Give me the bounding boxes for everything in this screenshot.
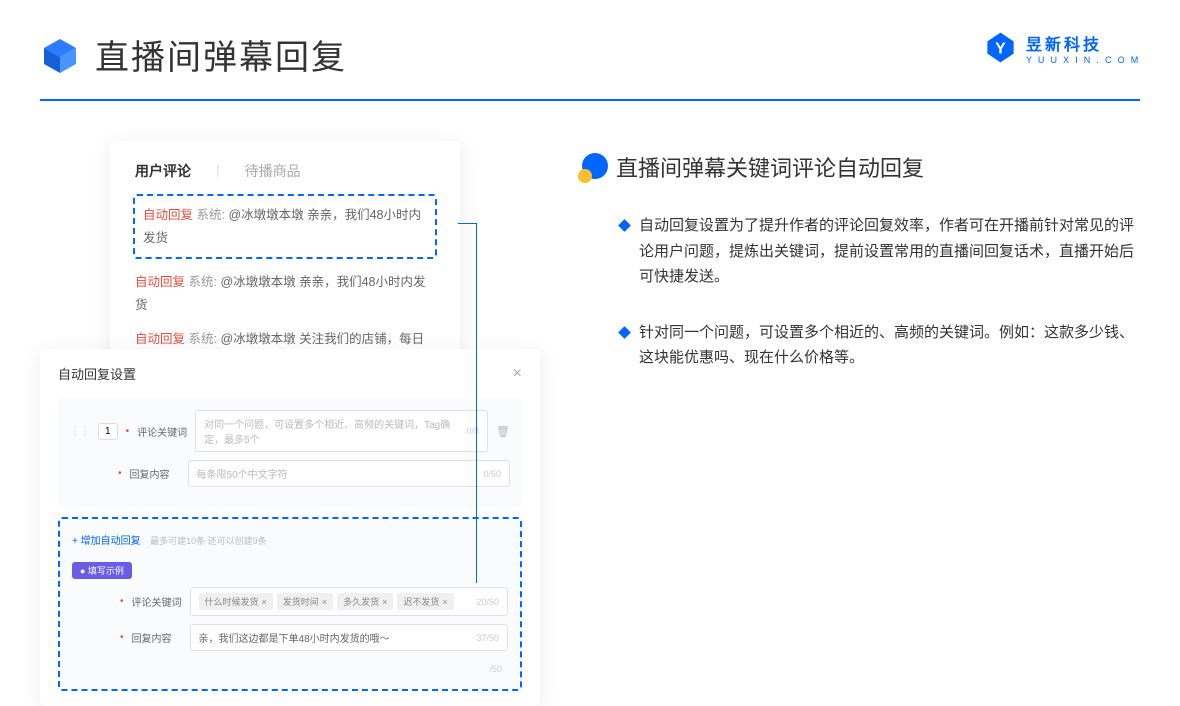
char-counter: 0/8: [467, 426, 480, 436]
system-label: 系统:: [193, 208, 228, 222]
index-badge: 1: [98, 423, 118, 440]
floor-counter: /50: [489, 664, 502, 674]
brand-logo: Y 昱新科技 Y U U X I N . C O M: [983, 30, 1140, 65]
required-dot-icon: •: [118, 468, 122, 479]
char-counter: 37/50: [476, 633, 499, 643]
required-dot-icon: •: [120, 596, 124, 607]
keyword-label: 评论关键词: [137, 424, 187, 439]
bullet-text: 针对同一个问题，可设置多个相近的、高频的关键词。例如：这款多少钱、这块能优惠吗、…: [639, 320, 1140, 371]
diamond-icon: [618, 326, 631, 339]
system-label: 系统:: [185, 332, 220, 346]
close-icon[interactable]: ×: [513, 365, 522, 383]
settings-modal: 自动回复设置 × ⋮⋮ 1 • 评论关键词 对同一个问题，可设置多个相近、高频的…: [40, 349, 540, 706]
tab-user-comments[interactable]: 用户评论: [135, 161, 191, 181]
auto-reply-tag: 自动回复: [143, 208, 193, 222]
logo-mark-icon: Y: [983, 30, 1018, 65]
section-heading: 直播间弹幕关键词评论自动回复: [580, 151, 1140, 183]
comment-row-highlighted: 自动回复 系统: @冰墩墩本墩 亲亲，我们48小时内发货: [133, 194, 437, 259]
reply-input[interactable]: 每条限50个中文字符 0/50: [188, 460, 510, 487]
auto-reply-tag: 自动回复: [135, 275, 185, 289]
required-dot-icon: •: [120, 632, 124, 643]
limit-hint: 最多可建10条 还可以创建9条: [150, 536, 267, 546]
add-auto-reply-link[interactable]: + 增加自动回复: [72, 532, 141, 547]
cube-icon: [40, 35, 80, 75]
modal-title: 自动回复设置: [58, 364, 136, 383]
chat-bubble-icon: [580, 153, 608, 181]
required-dot-icon: •: [126, 426, 130, 437]
placeholder-text: 对同一个问题，可设置多个相近、高频的关键词，Tag确定，最多5个: [204, 416, 466, 446]
diamond-icon: [618, 219, 631, 232]
example-badge: ● 填写示例: [72, 562, 132, 579]
keyword-label: 评论关键词: [132, 594, 182, 609]
svg-text:Y: Y: [995, 41, 1006, 58]
page-title: 直播间弹幕回复: [95, 30, 347, 79]
comment-row: 自动回复 系统: @冰墩墩本墩 亲亲，我们48小时内发货: [135, 265, 435, 322]
tag-item[interactable]: 迟不发货×: [397, 593, 453, 610]
bullet-item: 自动回复设置为了提升作者的评论回复效率，作者可在开播前针对常见的评论用户问题，提…: [620, 213, 1140, 290]
tag-item[interactable]: 什么时候发货×: [199, 593, 273, 610]
input-value: 亲，我们这边都是下单48小时内发货的哦～: [199, 630, 390, 645]
reply-label: 回复内容: [132, 630, 182, 645]
bullet-item: 针对同一个问题，可设置多个相近的、高频的关键词。例如：这款多少钱、这块能优惠吗、…: [620, 320, 1140, 371]
form-block: ⋮⋮ 1 • 评论关键词 对同一个问题，可设置多个相近、高频的关键词，Tag确定…: [58, 398, 522, 507]
connector-line: [476, 223, 477, 583]
tab-divider: |: [216, 161, 220, 181]
drag-handle-icon[interactable]: ⋮⋮: [70, 426, 90, 437]
tag-item[interactable]: 发货时间×: [277, 593, 333, 610]
connector-line: [458, 223, 476, 224]
reply-label: 回复内容: [130, 466, 180, 481]
tag-item[interactable]: 多久发货×: [337, 593, 393, 610]
keyword-input[interactable]: 对同一个问题，可设置多个相近、高频的关键词，Tag确定，最多5个 0/8: [195, 410, 488, 452]
logo-en: Y U U X I N . C O M: [1026, 55, 1140, 65]
char-counter: 20/50: [476, 597, 499, 607]
keyword-tags-input[interactable]: 什么时候发货× 发货时间× 多久发货× 迟不发货× 20/50: [190, 587, 508, 616]
bullet-text: 自动回复设置为了提升作者的评论回复效率，作者可在开播前针对常见的评论用户问题，提…: [639, 213, 1140, 290]
system-label: 系统:: [185, 275, 220, 289]
example-block: + 增加自动回复 最多可建10条 还可以创建9条 ● 填写示例 • 评论关键词 …: [58, 517, 522, 691]
tab-pending-goods[interactable]: 待播商品: [245, 161, 301, 181]
logo-cn: 昱新科技: [1026, 31, 1140, 55]
reply-input-filled[interactable]: 亲，我们这边都是下单48小时内发货的哦～ 37/50: [190, 624, 508, 651]
char-counter: 0/50: [483, 469, 501, 479]
placeholder-text: 每条限50个中文字符: [197, 466, 288, 481]
auto-reply-tag: 自动回复: [135, 332, 185, 346]
delete-icon[interactable]: 🗑: [496, 425, 510, 438]
